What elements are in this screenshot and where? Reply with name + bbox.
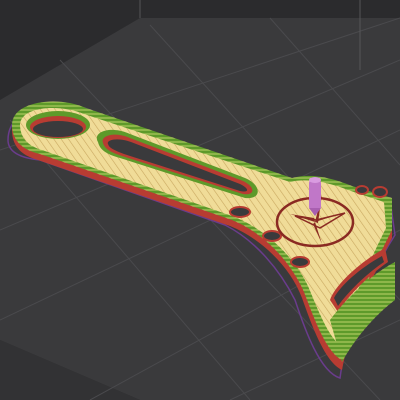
- left-hole: [26, 111, 90, 139]
- scene-canvas[interactable]: [0, 0, 400, 400]
- 3d-viewport[interactable]: [0, 0, 400, 400]
- nozzle-icon: [309, 177, 321, 216]
